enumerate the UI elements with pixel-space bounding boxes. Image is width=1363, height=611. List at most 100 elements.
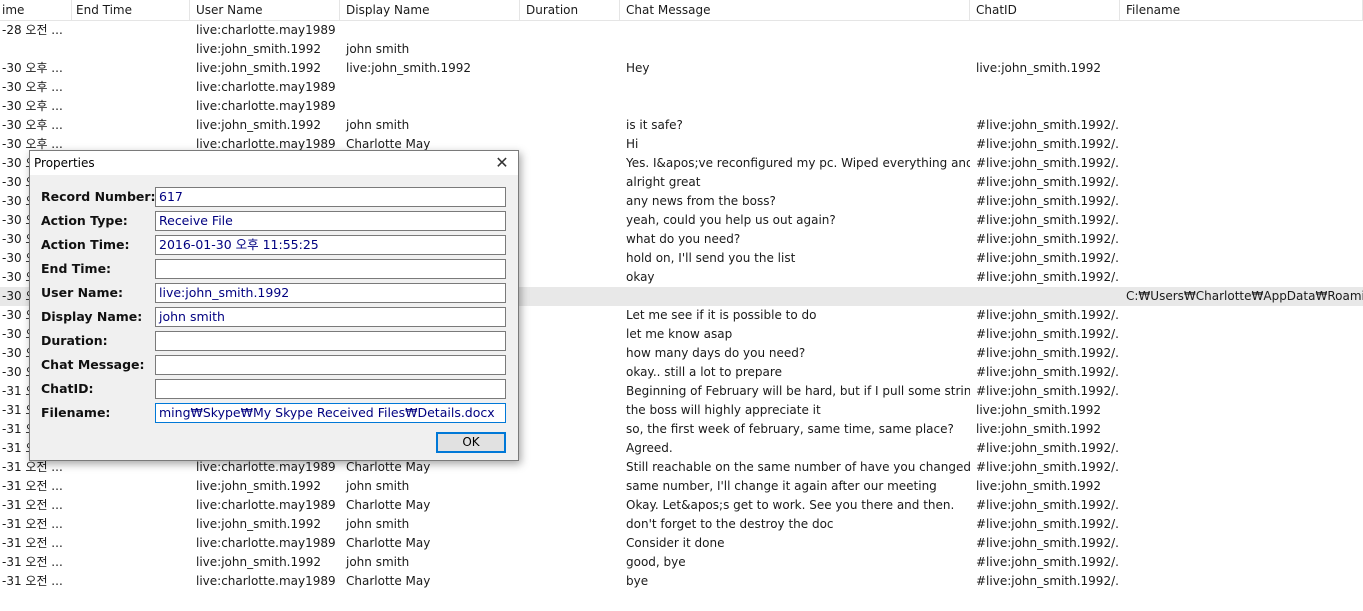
field-label: Record Number: <box>41 189 156 204</box>
user-name-cell: live:john_smith.1992 <box>196 555 322 569</box>
chat-message-cell: don't forget to the destroy the doc <box>626 517 834 531</box>
field-label: User Name: <box>41 285 123 300</box>
column-header-time[interactable]: ime <box>0 0 72 20</box>
end-time-cell <box>70 116 190 135</box>
field-label: Filename: <box>41 405 111 420</box>
filename-cell <box>1120 439 1363 458</box>
filename-field[interactable]: ming₩Skype₩My Skype Received Files₩Detai… <box>155 403 506 423</box>
column-header-filename[interactable]: Filename <box>1120 0 1363 20</box>
table-row[interactable]: -31 오전 ... live:charlotte.may1989 Charlott… <box>0 496 1363 515</box>
chat-message-cell: good, bye <box>626 555 686 569</box>
display-name-cell <box>340 97 520 116</box>
filename-cell <box>1120 78 1363 97</box>
chatid-cell: #live:john_smith.1992/... <box>976 536 1120 550</box>
chatid-cell: #live:john_smith.1992/... <box>976 175 1120 189</box>
chatid-cell: live:john_smith.1992 <box>976 403 1102 417</box>
display-name-cell: john smith <box>346 479 410 493</box>
duration-cell <box>520 116 620 135</box>
table-row[interactable]: -31 오전 ... live:charlotte.may1989 Charlott… <box>0 572 1363 591</box>
column-header-duration[interactable]: Duration <box>520 0 620 20</box>
time-cell: -30 오후 ... <box>2 118 63 132</box>
duration-cell <box>520 420 620 439</box>
dialog-titlebar[interactable]: Properties ✕ <box>30 151 518 175</box>
table-row[interactable]: -31 오전 ... live:charlotte.may1989 Charlott… <box>0 534 1363 553</box>
filename-cell <box>1120 572 1363 591</box>
time-cell: -31 오전 ... <box>2 517 63 531</box>
chatid-cell: live:john_smith.1992 <box>976 422 1102 436</box>
table-row[interactable]: -30 오후 ... live:john_smith.1992 john smith… <box>0 116 1363 135</box>
time-cell: -30 오후 ... <box>2 99 63 113</box>
chatid-field[interactable] <box>155 379 506 399</box>
end-time-cell <box>70 477 190 496</box>
chat-message-cell: any news from the boss? <box>626 194 776 208</box>
action-time-field[interactable]: 2016-01-30 오후 11:55:25 <box>155 235 506 255</box>
chatid-cell: #live:john_smith.1992/... <box>976 118 1120 132</box>
field-label: Duration: <box>41 333 108 348</box>
filename-cell <box>1120 97 1363 116</box>
chatid-cell: #live:john_smith.1992/... <box>976 384 1120 398</box>
chat-message-cell: Consider it done <box>626 536 725 550</box>
duration-cell <box>520 325 620 344</box>
end-time-cell <box>70 21 190 40</box>
table-row[interactable]: -30 오후 ... live:charlotte.may1989 l... <box>0 97 1363 116</box>
table-row[interactable]: -31 오전 ... live:john_smith.1992 john smith… <box>0 477 1363 496</box>
filename-cell <box>1120 116 1363 135</box>
chat-message-cell: Agreed. <box>626 441 673 455</box>
chat-message-field[interactable] <box>155 355 506 375</box>
chat-message-cell <box>620 78 970 97</box>
close-icon[interactable]: ✕ <box>492 153 512 173</box>
chat-message-cell: is it safe? <box>626 118 683 132</box>
user-name-field[interactable]: live:john_smith.1992 <box>155 283 506 303</box>
duration-cell <box>520 192 620 211</box>
table-row[interactable]: -31 오전 ... live:john_smith.1992 john smith… <box>0 553 1363 572</box>
column-header-user-name[interactable]: User Name <box>190 0 340 20</box>
time-cell: -30 오후 ... <box>2 61 63 75</box>
duration-field[interactable] <box>155 331 506 351</box>
filename-cell <box>1120 515 1363 534</box>
display-name-field[interactable]: john smith <box>155 307 506 327</box>
table-row[interactable]: -28 오전 ... live:charlotte.may1989 l... <box>0 21 1363 40</box>
duration-cell <box>520 382 620 401</box>
chatid-cell: #live:john_smith.1992/... <box>976 194 1120 208</box>
chat-message-cell: how many days do you need? <box>626 346 806 360</box>
column-header-display-name[interactable]: Display Name <box>340 0 520 20</box>
chat-message-cell: what do you need? <box>626 232 741 246</box>
duration-cell <box>520 477 620 496</box>
display-name-cell: live:john_smith.1992 <box>346 61 472 75</box>
display-name-cell <box>340 78 520 97</box>
action-type-field[interactable]: Receive File <box>155 211 506 231</box>
record-number-field[interactable]: 617 <box>155 187 506 207</box>
end-time-field[interactable] <box>155 259 506 279</box>
table-row[interactable]: -31 오전 ... live:john_smith.1992 john smith… <box>0 515 1363 534</box>
column-header-chat-message[interactable]: Chat Message <box>620 0 970 20</box>
table-row[interactable]: live:john_smith.1992 john smith <box>0 40 1363 59</box>
duration-cell <box>520 154 620 173</box>
duration-cell <box>520 363 620 382</box>
chat-message-cell: let me know asap <box>626 327 733 341</box>
end-time-cell <box>70 59 190 78</box>
filename-cell <box>1120 211 1363 230</box>
end-time-cell <box>70 534 190 553</box>
user-name-cell: live:charlotte.may1989 <box>196 498 336 512</box>
field-label: Display Name: <box>41 309 143 324</box>
column-header-chatid[interactable]: ChatID <box>970 0 1120 20</box>
chatid-cell <box>970 40 1120 59</box>
ok-button[interactable]: OK <box>436 432 506 453</box>
duration-cell <box>520 230 620 249</box>
filename-cell <box>1120 230 1363 249</box>
chatid-cell: #live:john_smith.1992/... <box>976 574 1120 588</box>
filename-cell <box>1120 401 1363 420</box>
column-header-end-time[interactable]: End Time <box>70 0 190 20</box>
filename-cell <box>1120 154 1363 173</box>
table-row[interactable]: -30 오후 ... live:charlotte.may1989 l... <box>0 78 1363 97</box>
chat-message-cell: yeah, could you help us out again? <box>626 213 836 227</box>
chat-message-cell: the boss will highly appreciate it <box>626 403 821 417</box>
table-row[interactable]: -30 오후 ... live:john_smith.1992 live:john_… <box>0 59 1363 78</box>
end-time-cell <box>70 553 190 572</box>
chatid-cell: #live:john_smith.1992/... <box>976 346 1120 360</box>
duration-cell <box>520 515 620 534</box>
time-cell: -31 오전 ... <box>2 574 63 588</box>
display-name-cell: john smith <box>346 555 410 569</box>
duration-cell <box>520 458 620 477</box>
filename-cell <box>1120 420 1363 439</box>
